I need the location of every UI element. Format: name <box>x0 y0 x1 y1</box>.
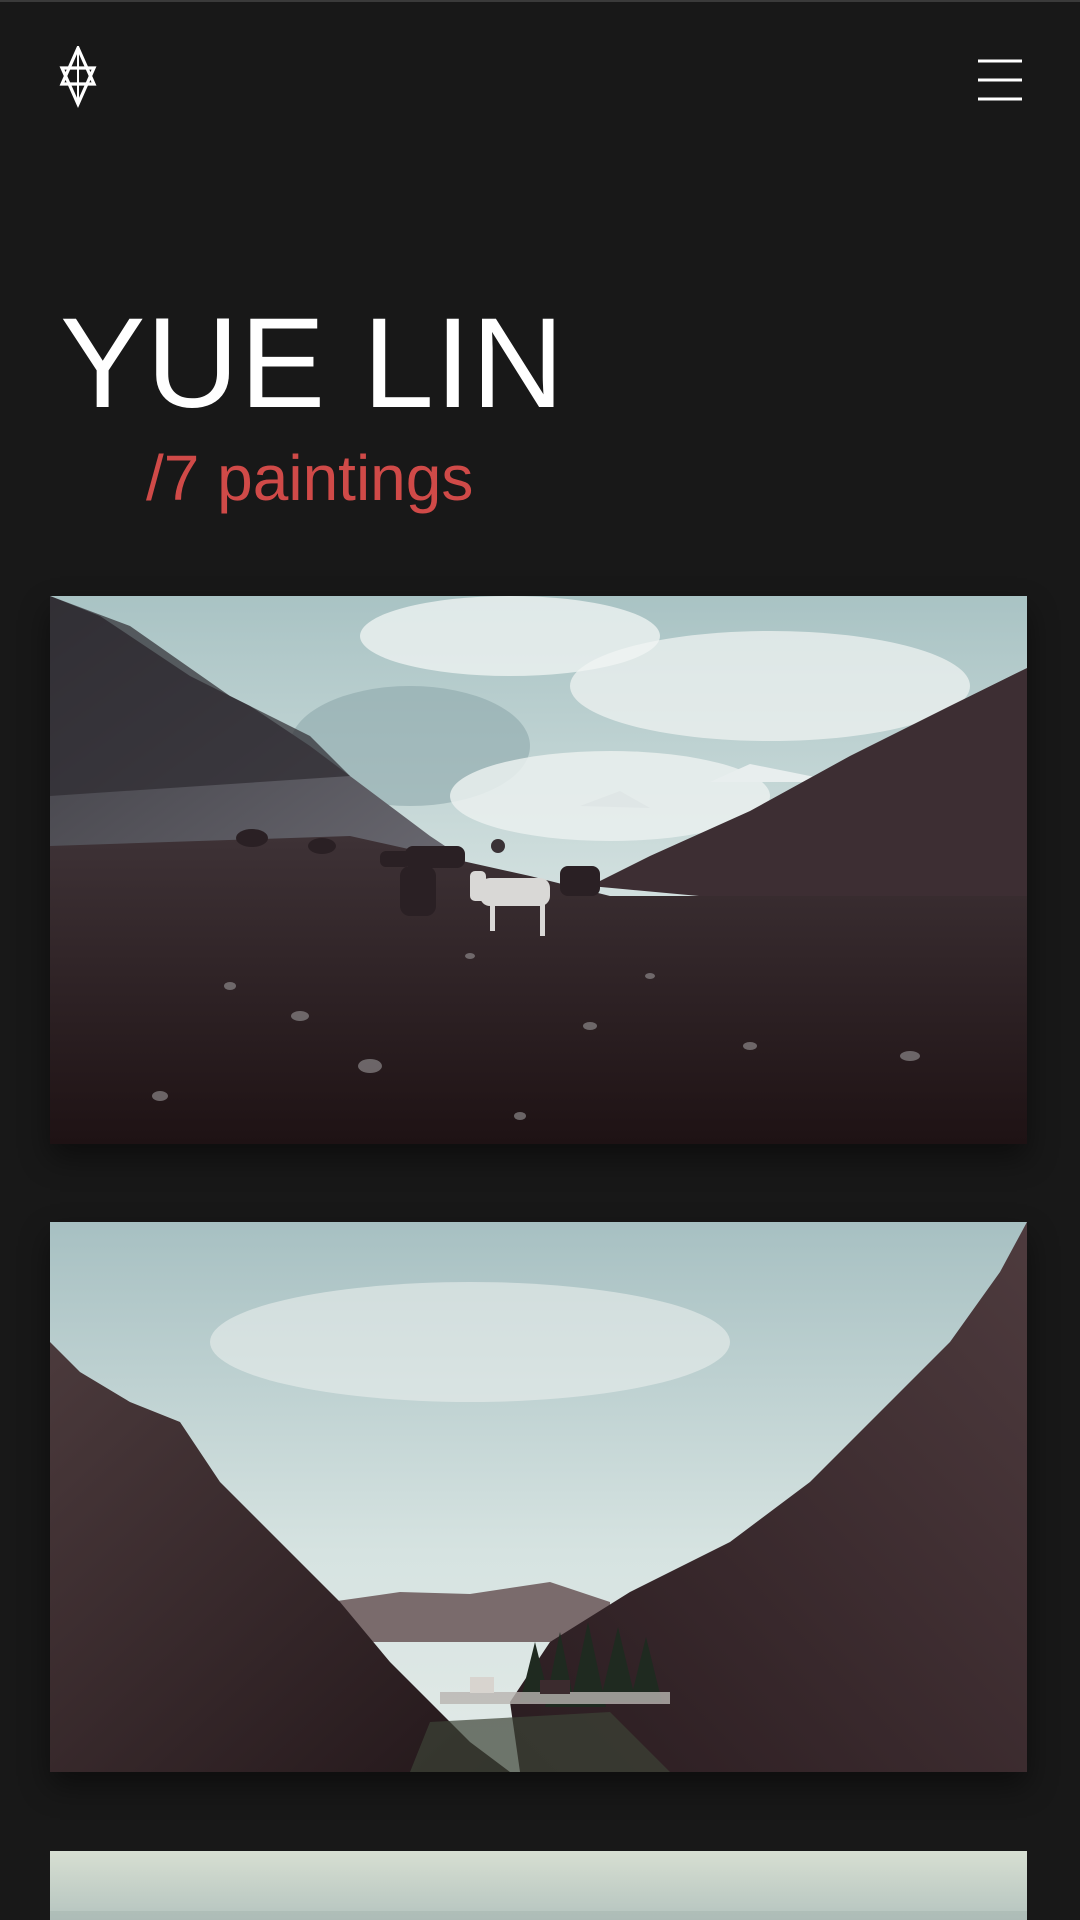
artwork-image-3[interactable] <box>50 1851 1027 1920</box>
artwork-image-1[interactable] <box>50 596 1027 1144</box>
painting-count: /7 paintings <box>146 442 474 514</box>
page-top-edge <box>0 0 1080 2</box>
hamburger-menu-icon[interactable] <box>976 56 1024 104</box>
artist-name: YUE LIN <box>60 292 565 435</box>
stacked-triangles-monogram-icon[interactable] <box>58 44 98 108</box>
artwork-image-2[interactable] <box>50 1222 1027 1772</box>
